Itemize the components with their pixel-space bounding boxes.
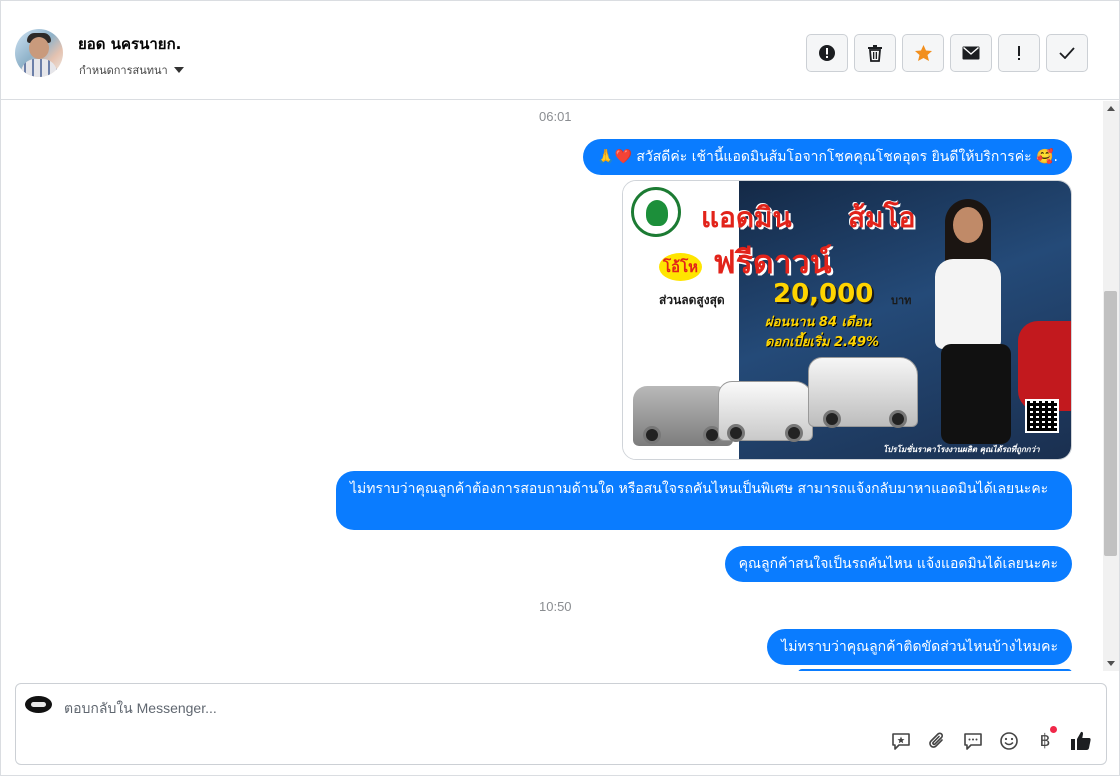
promo-footer: โปรโมชั่นราคาโรงงานผลิต คุณได้รถที่ถูกกว…	[883, 445, 1040, 454]
timestamp: 10:50	[539, 599, 572, 614]
message-bubble[interactable]: คุณลูกค้าสนใจเป็นรถคันไหน แจ้งแอดมินได้เ…	[724, 546, 1072, 582]
promo-discount-label: ส่วนลดสูงสุด	[659, 293, 725, 307]
checkmark-icon	[1059, 47, 1075, 59]
promo-interest: ดอกเบี้ยเริ่ม 2.49%	[765, 335, 880, 350]
reply-input[interactable]: ตอบกลับใน Messenger...	[64, 698, 217, 720]
page-avatar	[25, 696, 52, 713]
scrollbar-thumb[interactable]	[1104, 291, 1117, 556]
thread-scrollbar[interactable]	[1103, 101, 1119, 671]
timestamp: 06:01	[539, 109, 572, 124]
message-bubble-partial[interactable]	[798, 669, 1072, 671]
star-button[interactable]	[902, 34, 944, 72]
trash-icon	[868, 45, 882, 62]
envelope-icon	[962, 46, 980, 60]
promo-headline-admin: แอดมิน	[701, 201, 792, 234]
promo-car-pickup-front	[718, 381, 813, 442]
star-icon	[914, 45, 932, 61]
saved-replies-button[interactable]	[888, 728, 914, 754]
follow-up-button[interactable]	[998, 34, 1040, 72]
mark-spam-button[interactable]	[806, 34, 848, 72]
promo-headline-name: ส้มโอ	[848, 201, 916, 234]
message-bubble[interactable]: ไม่ทราบว่าคุณลูกค้าต้องการสอบถามด้านใด ห…	[336, 471, 1072, 530]
promo-badge: โอ้โห	[659, 253, 703, 281]
assign-label: กำหนดการสนทนา	[79, 64, 168, 77]
caret-down-icon	[173, 67, 184, 73]
attach-button[interactable]	[924, 728, 950, 754]
mark-done-button[interactable]	[1046, 34, 1088, 72]
message-bubble[interactable]: ไม่ทราบว่าคุณลูกค้าติดขัดส่วนไหนบ้างไหมค…	[767, 629, 1072, 665]
conversation-header: ยอด นครนายก. กำหนดการสนทนา	[1, 1, 1119, 100]
promo-image-attachment[interactable]: แอดมิน ส้มโอ โอ้โห ฟรีดาวน์ ส่วนลดสูงสุด…	[622, 180, 1072, 460]
promo-car-pickup-side	[808, 357, 918, 428]
dealer-logo	[631, 187, 681, 237]
like-icon	[1071, 731, 1091, 750]
header-action-buttons	[806, 34, 1088, 72]
assign-conversation-dropdown[interactable]: กำหนดการสนทนา	[79, 61, 184, 79]
baht-payment-icon: ฿	[1039, 731, 1051, 751]
scroll-up-arrow-icon[interactable]	[1107, 106, 1115, 111]
scroll-down-arrow-icon[interactable]	[1107, 661, 1115, 666]
like-button[interactable]	[1068, 728, 1094, 754]
promo-discount-amount: 20,000	[773, 279, 874, 309]
message-thread[interactable]: 06:01 🙏❤️ สวัสดีค่ะ เช้านี้แอดมินส้มโอจา…	[2, 101, 1103, 671]
alert-circle-icon	[819, 45, 835, 61]
delete-button[interactable]	[854, 34, 896, 72]
promo-discount-unit: บาท	[891, 294, 912, 307]
saved-reply-icon	[892, 733, 910, 750]
exclamation-icon	[1018, 46, 1020, 60]
composer-toolbar: ฿	[888, 726, 1094, 754]
promo-model-figure	[923, 199, 1023, 449]
message-icon	[964, 733, 982, 750]
messenger-inbox-panel: ยอด นครนายก. กำหนดการสนทนา 06:01 🙏❤️ สวั…	[0, 0, 1120, 776]
promo-installment: ผ่อนนาน 84 เดือน	[765, 315, 872, 330]
emoji-icon	[1000, 732, 1018, 750]
contact-avatar[interactable]	[15, 29, 63, 77]
message-bubble[interactable]: 🙏❤️ สวัสดีค่ะ เช้านี้แอดมินส้มโอจากโชคคุ…	[583, 139, 1072, 175]
notification-dot	[1050, 726, 1057, 733]
qr-code	[1025, 399, 1059, 433]
emoji-button[interactable]	[996, 728, 1022, 754]
message-templates-button[interactable]	[960, 728, 986, 754]
payment-button[interactable]: ฿	[1032, 726, 1058, 754]
contact-name[interactable]: ยอด นครนายก.	[78, 32, 181, 56]
mark-unread-button[interactable]	[950, 34, 992, 72]
attachment-icon	[929, 732, 943, 748]
reply-composer[interactable]: ตอบกลับใน Messenger... ฿	[15, 683, 1107, 765]
